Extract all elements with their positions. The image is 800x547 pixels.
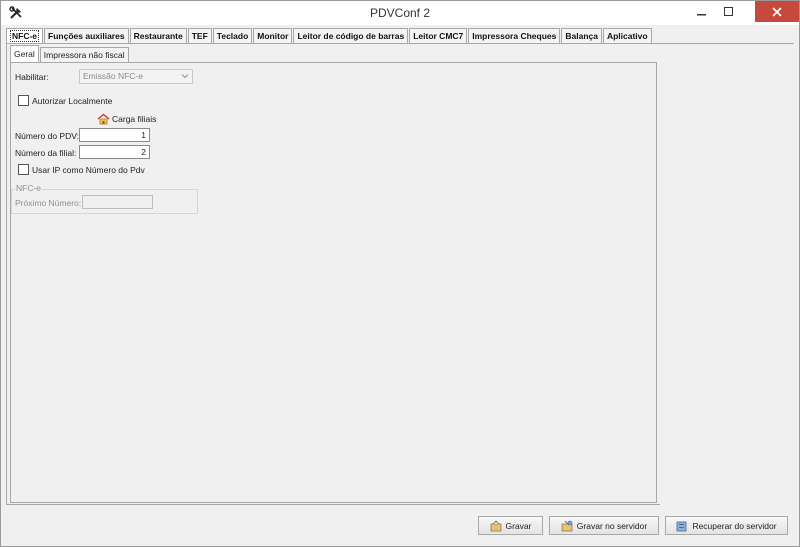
subtab-impressora-nao-fiscal[interactable]: Impressora não fiscal <box>39 47 129 62</box>
subtab-geral[interactable]: Geral <box>10 45 39 62</box>
main-tabbar: NFC-e Funções auxiliares Restaurante TEF… <box>6 28 653 43</box>
close-button[interactable] <box>755 1 799 22</box>
tab-aplicativo[interactable]: Aplicativo <box>602 28 652 43</box>
nfce-group-title: NFC-e <box>15 183 43 193</box>
save-icon <box>490 519 501 531</box>
gravar-servidor-button[interactable]: Gravar no servidor <box>549 516 659 535</box>
tab-label: NFC-e <box>10 30 40 42</box>
app-window: PDVConf 2 NFC-e Funções auxiliares Resta… <box>0 0 800 547</box>
numero-pdv-field[interactable]: 1 <box>79 128 150 142</box>
autorizar-localmente-label: Autorizar Localmente <box>32 96 113 106</box>
minimize-icon <box>696 13 706 15</box>
tab-tef[interactable]: TEF <box>187 28 212 43</box>
window-title: PDVConf 2 <box>369 6 431 20</box>
habilitar-select-value: Emissão NFC-e <box>83 71 143 81</box>
gravar-button[interactable]: Gravar <box>478 516 543 535</box>
tab-impressora-cheques[interactable]: Impressora Cheques <box>468 28 561 43</box>
gravar-label: Gravar <box>505 520 532 531</box>
tab-balanca[interactable]: Balança <box>561 28 602 43</box>
tab-funcoes-auxiliares[interactable]: Funções auxiliares <box>44 28 129 43</box>
chevron-down-icon <box>181 74 189 79</box>
minimize-button[interactable] <box>688 1 715 22</box>
sub-tabbar: Geral Impressora não fiscal <box>10 45 130 62</box>
house-icon <box>97 113 110 124</box>
usar-ip-checkbox[interactable] <box>18 164 29 175</box>
tab-leitor-cmc7[interactable]: Leitor CMC7 <box>409 28 468 43</box>
close-icon <box>772 6 782 17</box>
habilitar-label: Habilitar: <box>15 72 49 82</box>
tab-leitor-codigo-barras[interactable]: Leitor de código de barras <box>293 28 409 43</box>
server-load-icon <box>677 521 687 531</box>
server-save-icon <box>561 520 573 531</box>
proximo-numero-label: Próximo Número: <box>15 198 82 208</box>
numero-pdv-label: Número do PDV: <box>15 131 79 141</box>
proximo-numero-field[interactable] <box>82 195 153 209</box>
numero-filial-label: Número da filial: <box>15 148 77 158</box>
maximize-icon <box>723 6 733 16</box>
usar-ip-label: Usar IP como Número do Pdv <box>32 165 145 175</box>
habilitar-select[interactable]: Emissão NFC-e <box>79 69 193 84</box>
maximize-button[interactable] <box>715 1 742 22</box>
carga-filiais-label: Carga filiais <box>112 113 157 124</box>
gravar-servidor-label: Gravar no servidor <box>576 520 648 531</box>
carga-filiais-button[interactable]: Carga filiais <box>97 112 156 125</box>
tab-restaurante[interactable]: Restaurante <box>129 28 187 43</box>
tab-nfce[interactable]: NFC-e <box>6 28 44 43</box>
title-bar: PDVConf 2 <box>1 1 799 25</box>
tab-monitor[interactable]: Monitor <box>253 28 293 43</box>
recuperar-servidor-label: Recuperar do servidor <box>692 520 777 531</box>
autorizar-localmente-checkbox[interactable] <box>18 95 29 106</box>
side-panel <box>660 44 794 505</box>
numero-filial-field[interactable]: 2 <box>79 145 150 159</box>
recuperar-servidor-button[interactable]: Recuperar do servidor <box>665 516 788 535</box>
tab-teclado[interactable]: Teclado <box>212 28 253 43</box>
